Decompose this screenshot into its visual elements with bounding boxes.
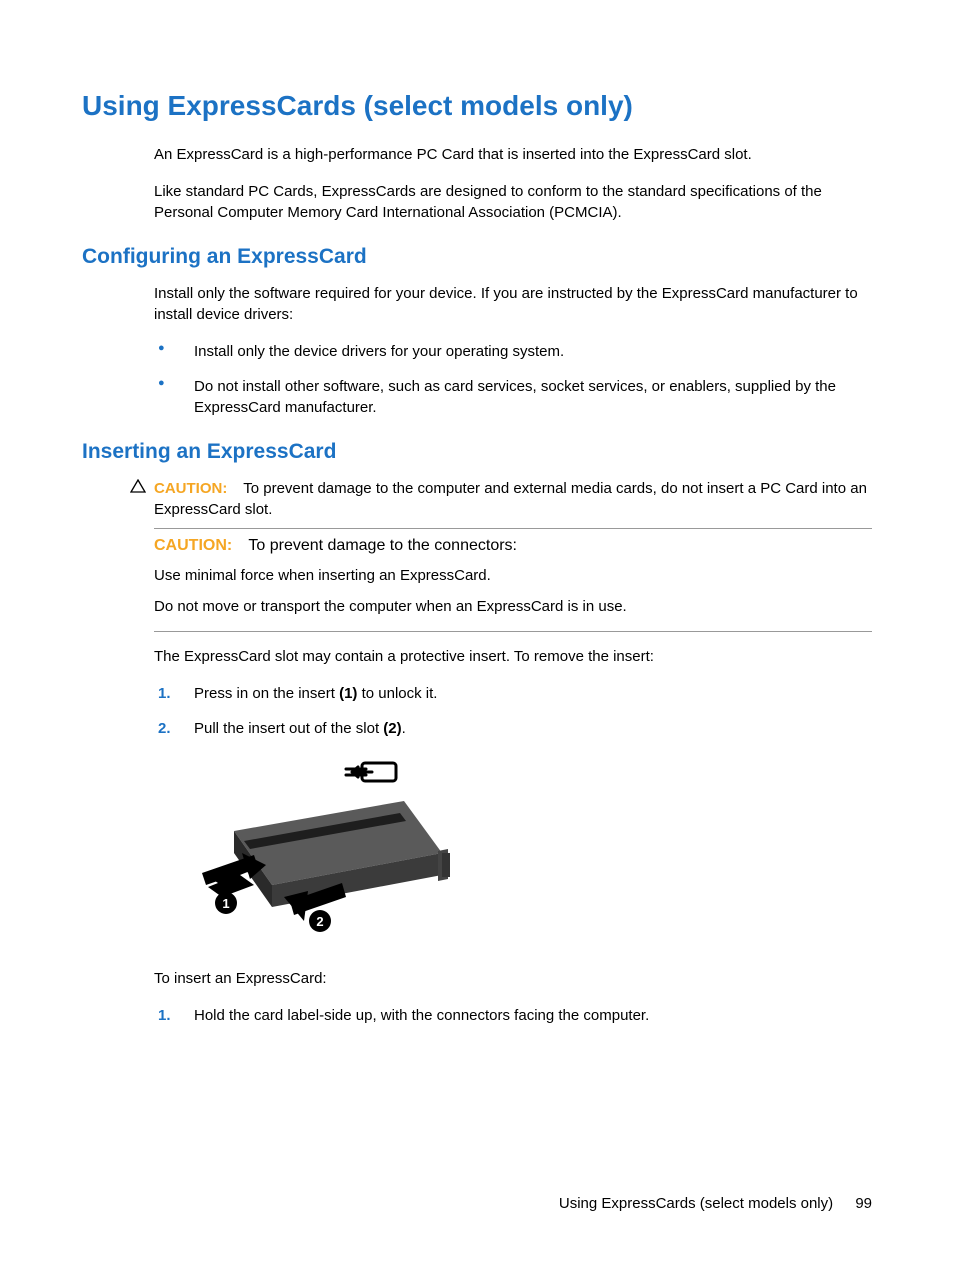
remove-step-1: 1. Press in on the insert (1) to unlock …: [154, 683, 872, 704]
step-number: 1.: [158, 1005, 171, 1026]
caution-body-b: Do not move or transport the computer wh…: [154, 596, 872, 617]
insert-step-1: 1. Hold the card label-side up, with the…: [154, 1005, 872, 1026]
section-heading-inserting: Inserting an ExpressCard: [82, 440, 872, 464]
step-bold: (1): [339, 685, 357, 702]
svg-text:1: 1: [222, 896, 229, 911]
caution-icon: [130, 478, 154, 499]
bullet-item-1: Install only the device drivers for your…: [154, 341, 872, 362]
page-footer: Using ExpressCards (select models only) …: [559, 1195, 872, 1212]
caution-label: CAUTION:: [154, 480, 227, 497]
step-text: Hold the card label-side up, with the co…: [194, 1007, 649, 1024]
step-text: Pull the insert out of the slot: [194, 720, 383, 737]
intro-paragraph-2: Like standard PC Cards, ExpressCards are…: [154, 181, 872, 223]
page-title: Using ExpressCards (select models only): [82, 90, 872, 122]
step-text: Press in on the insert: [194, 685, 339, 702]
caution-body-a: Use minimal force when inserting an Expr…: [154, 565, 872, 586]
step-bold: (2): [383, 720, 401, 737]
expresscard-diagram: 1 2: [194, 753, 872, 948]
configure-intro: Install only the software required for y…: [154, 283, 872, 325]
step-text: .: [402, 720, 406, 737]
step-text: to unlock it.: [357, 685, 437, 702]
section-heading-configuring: Configuring an ExpressCard: [82, 245, 872, 269]
step-number: 2.: [158, 718, 171, 739]
caution-text-2: To prevent damage to the connectors:: [248, 537, 517, 554]
caution-block-1: CAUTION: To prevent damage to the comput…: [154, 478, 872, 529]
caution-text-1: To prevent damage to the computer and ex…: [154, 480, 867, 518]
remove-step-2: 2. Pull the insert out of the slot (2).: [154, 718, 872, 739]
caution-label: CAUTION:: [154, 537, 232, 554]
bullet-item-2: Do not install other software, such as c…: [154, 376, 872, 418]
insert-intro: To insert an ExpressCard:: [154, 968, 872, 989]
svg-text:2: 2: [316, 914, 323, 929]
configure-bullet-list: Install only the device drivers for your…: [154, 341, 872, 418]
remove-steps: 1. Press in on the insert (1) to unlock …: [154, 683, 872, 739]
caution-block-2: CAUTION: To prevent damage to the connec…: [154, 537, 872, 632]
step-number: 1.: [158, 683, 171, 704]
intro-paragraph-1: An ExpressCard is a high-performance PC …: [154, 144, 872, 165]
page-number: 99: [855, 1195, 872, 1212]
footer-text: Using ExpressCards (select models only): [559, 1195, 833, 1212]
remove-intro: The ExpressCard slot may contain a prote…: [154, 646, 872, 667]
insert-steps: 1. Hold the card label-side up, with the…: [154, 1005, 872, 1026]
